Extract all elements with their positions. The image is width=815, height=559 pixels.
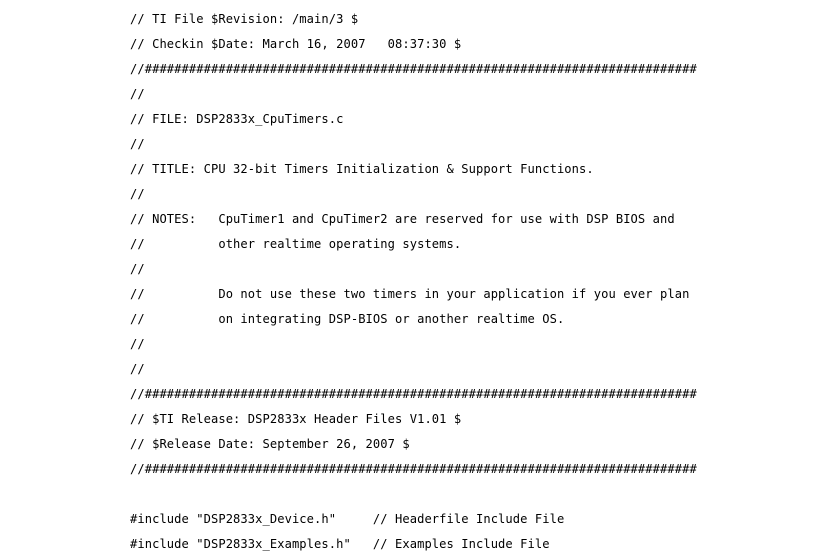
code-line: #include "DSP2833x_Examples.h" // Exampl… (130, 537, 550, 551)
code-line: //######################################… (130, 462, 697, 476)
code-line: // other realtime operating systems. (130, 237, 462, 251)
code-line: //######################################… (130, 62, 697, 76)
code-line: // Checkin $Date: March 16, 2007 08:37:3… (130, 37, 462, 51)
code-line: // $TI Release: DSP2833x Header Files V1… (130, 412, 462, 426)
code-line: // (130, 137, 145, 151)
code-line: #include "DSP2833x_Device.h" // Headerfi… (130, 512, 565, 526)
code-line: // FILE: DSP2833x_CpuTimers.c (130, 112, 344, 126)
code-line: // (130, 262, 145, 276)
code-line: // (130, 337, 145, 351)
code-line: // on integrating DSP-BIOS or another re… (130, 312, 565, 326)
code-viewer[interactable]: // TI File $Revision: /main/3 $ // Checki… (0, 0, 815, 559)
code-line: // TI File $Revision: /main/3 $ (130, 12, 359, 26)
code-line: //######################################… (130, 387, 697, 401)
code-line-container: // TI File $Revision: /main/3 $ // Checki… (130, 7, 810, 557)
code-line: // $Release Date: September 26, 2007 $ (130, 437, 410, 451)
code-line: // (130, 87, 145, 101)
code-line: // TITLE: CPU 32-bit Timers Initializati… (130, 162, 594, 176)
code-line: // NOTES: CpuTimer1 and CpuTimer2 are re… (130, 212, 675, 226)
code-line: // (130, 362, 145, 376)
code-line: // (130, 187, 145, 201)
code-line: // Do not use these two timers in your a… (130, 287, 690, 301)
